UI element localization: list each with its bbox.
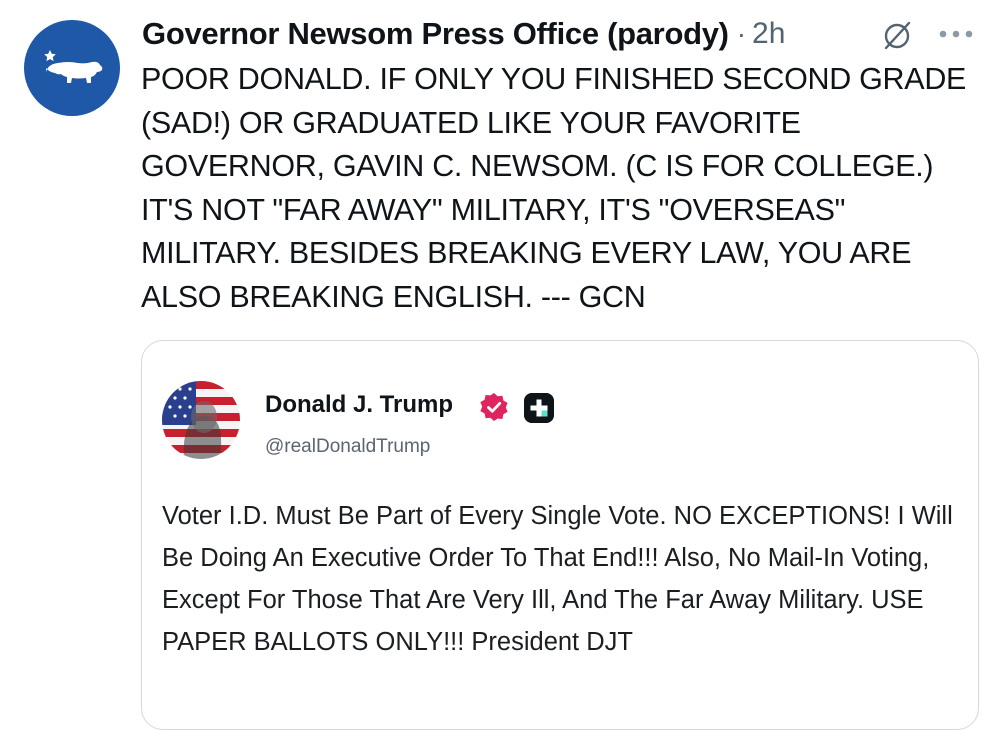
quoted-author-handle[interactable]: @realDonaldTrump xyxy=(265,436,430,458)
author-avatar[interactable] xyxy=(24,20,120,116)
post: Governor Newsom Press Office (parody) · … xyxy=(0,0,1000,734)
plus-square-icon xyxy=(524,393,554,423)
author-name[interactable]: Governor Newsom Press Office (parody) xyxy=(142,16,729,52)
muted-circle-slash-icon[interactable] xyxy=(880,18,914,52)
more-dots-icon[interactable] xyxy=(937,28,975,40)
post-text: POOR DONALD. IF ONLY YOU FINISHED SECOND… xyxy=(141,62,967,314)
post-header: Governor Newsom Press Office (parody) · … xyxy=(142,14,982,54)
post-timestamp[interactable]: 2h xyxy=(752,17,785,51)
flag-portrait-avatar xyxy=(162,381,240,459)
quoted-post-card[interactable]: Donald J. Trump @realDonaldTrump Voter I… xyxy=(141,340,979,730)
verified-badge-icon xyxy=(480,393,508,421)
header-separator: · xyxy=(736,18,747,49)
quoted-post-text: Voter I.D. Must Be Part of Every Single … xyxy=(162,502,953,656)
california-bear-icon xyxy=(44,50,103,83)
quoted-author-name[interactable]: Donald J. Trump xyxy=(265,391,453,419)
quoted-author-avatar[interactable] xyxy=(162,381,240,459)
